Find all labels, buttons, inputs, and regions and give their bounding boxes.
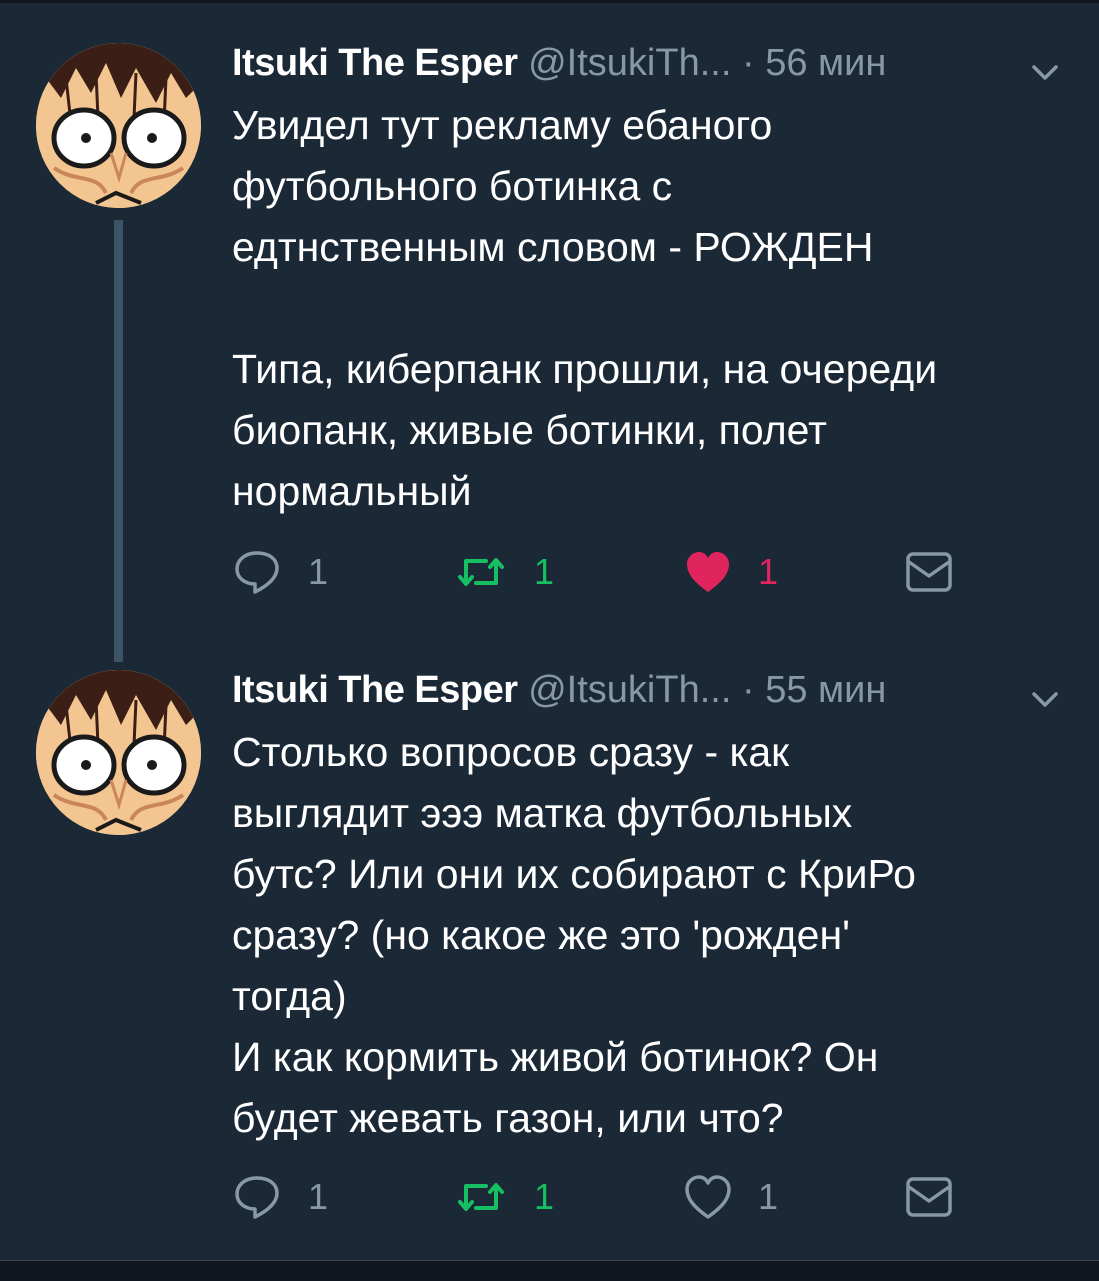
timestamp[interactable]: 55 мин <box>765 669 886 711</box>
tweet-header: Itsuki The Esper @ItsukiTh... · 56 мин <box>232 33 1062 93</box>
timestamp[interactable]: 56 мин <box>765 42 886 84</box>
like-count: 1 <box>758 1176 779 1217</box>
tweet-actions: 1 1 1 <box>232 1172 992 1222</box>
avatar[interactable] <box>36 670 201 835</box>
retweet-count: 1 <box>534 551 555 592</box>
bottom-divider <box>0 1260 1099 1281</box>
retweet-icon <box>454 1172 508 1222</box>
like-count: 1 <box>758 551 779 592</box>
top-divider <box>0 0 1099 3</box>
tweet-header: Itsuki The Esper @ItsukiTh... · 55 мин <box>232 660 1062 720</box>
display-name[interactable]: Itsuki The Esper <box>232 42 518 84</box>
reply-icon <box>232 1172 282 1222</box>
separator-dot: · <box>741 669 755 711</box>
separator-dot: · <box>741 42 755 84</box>
chevron-down-icon[interactable] <box>1028 47 1062 81</box>
envelope-icon <box>904 1175 954 1219</box>
envelope-icon <box>904 550 954 594</box>
avatar-image <box>36 43 201 208</box>
heart-icon <box>684 1173 732 1221</box>
like-button[interactable]: 1 <box>684 1172 778 1222</box>
avatar-image <box>36 670 201 835</box>
tweet-body: Столько вопросов сразу - как выглядит ээ… <box>232 729 916 1141</box>
heart-icon <box>684 548 732 596</box>
tweet[interactable]: Itsuki The Esper @ItsukiTh... · 55 мин С… <box>232 660 1062 1250</box>
retweet-button[interactable]: 1 <box>454 547 554 597</box>
retweet-button[interactable]: 1 <box>454 1172 554 1222</box>
retweet-icon <box>454 547 508 597</box>
reply-button[interactable]: 1 <box>232 547 328 597</box>
reply-icon <box>232 547 282 597</box>
reply-count: 1 <box>308 551 329 592</box>
retweet-count: 1 <box>534 1176 555 1217</box>
message-button[interactable] <box>904 1172 954 1222</box>
display-name[interactable]: Itsuki The Esper <box>232 669 518 711</box>
user-handle[interactable]: @ItsukiTh... <box>528 42 731 84</box>
tweet-text: Увидел тут рекламу ебаного футбольного б… <box>232 95 1032 522</box>
message-button[interactable] <box>904 547 954 597</box>
thread-connector-line <box>114 220 123 662</box>
tweet-body: Увидел тут рекламу ебаного футбольного б… <box>232 102 938 514</box>
like-button[interactable]: 1 <box>684 547 778 597</box>
tweet-text: Столько вопросов сразу - как выглядит ээ… <box>232 722 1032 1149</box>
reply-button[interactable]: 1 <box>232 1172 328 1222</box>
user-handle[interactable]: @ItsukiTh... <box>528 669 731 711</box>
tweet[interactable]: Itsuki The Esper @ItsukiTh... · 56 мин У… <box>232 33 1062 623</box>
chevron-down-icon[interactable] <box>1028 674 1062 708</box>
avatar[interactable] <box>36 43 201 208</box>
tweet-actions: 1 1 1 <box>232 547 992 597</box>
reply-count: 1 <box>308 1176 329 1217</box>
